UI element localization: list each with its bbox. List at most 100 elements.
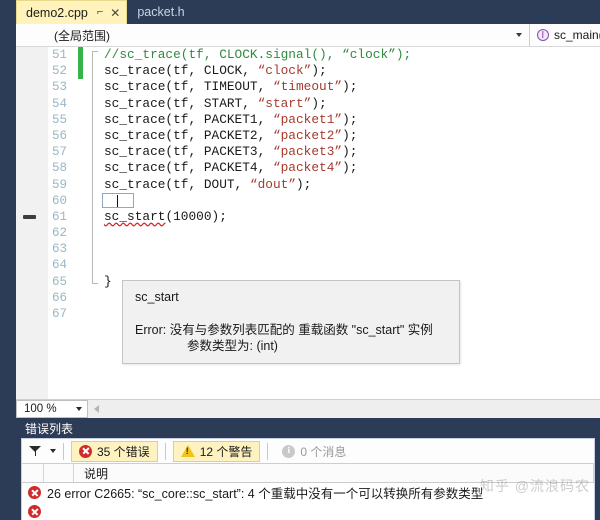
line-number: 58 (51, 161, 67, 176)
structure-guide-line (92, 51, 98, 64)
close-icon[interactable]: ✕ (110, 7, 120, 19)
line-number: 65 (51, 274, 67, 289)
tab-label: demo2.cpp (26, 5, 88, 20)
code-text: sc_trace(tf, TIMEOUT, “timeout”); (104, 79, 358, 95)
zoom-level-dropdown[interactable]: 100 % (16, 400, 88, 418)
tab-label: packet.h (137, 5, 185, 19)
code-text: sc_trace(tf, DOUT, “dout”); (104, 176, 312, 192)
code-line[interactable]: 51 //sc_trace(tf, CLOCK.signal(), “clock”… (16, 47, 600, 64)
code-line[interactable]: 60 (16, 192, 600, 209)
code-line[interactable]: 56 sc_trace(tf, PACKET2, “packet2”); (16, 127, 600, 145)
line-number: 64 (51, 258, 67, 273)
code-text: //sc_trace(tf, CLOCK.signal(), “clock”); (104, 47, 412, 62)
line-number: 54 (51, 96, 67, 111)
code-line[interactable]: 54 sc_trace(tf, START, “start”); (16, 95, 600, 112)
text-caret (117, 194, 119, 208)
error-list-grid: 说明 26 error C2665: “sc_core::sc_start”: … (21, 464, 595, 520)
code-navigation-bar: (全局范围) sc_main(i (16, 24, 600, 47)
toolbar-separator (267, 442, 269, 460)
error-list-header: 说明 (22, 464, 594, 483)
structure-guide-line (92, 144, 93, 161)
scroll-left-arrow-icon[interactable] (94, 405, 99, 413)
code-editor[interactable]: 51 //sc_trace(tf, CLOCK.signal(), “clock”… (16, 47, 600, 399)
code-line[interactable]: 62 (16, 225, 600, 242)
messages-count-label: 0 个消息 (300, 444, 347, 459)
horizontal-scrollbar[interactable] (88, 400, 600, 418)
scope-dropdown[interactable]: (全局范围) (16, 24, 530, 46)
structure-guide-line (92, 208, 93, 226)
warning-icon (180, 445, 195, 457)
line-number: 57 (51, 145, 67, 160)
tooltip-error-line-1: Error: 没有与参数列表匹配的 重载函数 "sc_start" 实例 (135, 323, 433, 337)
method-icon (537, 29, 549, 41)
error-list-row[interactable]: 26 error C2665: “sc_core::sc_start”: 4 个… (22, 483, 594, 502)
code-line[interactable]: 58 sc_trace(tf, PACKET4, “packet4”); (16, 160, 600, 177)
error-list-toolbar: 35 个错误 12 个警告 i 0 个消息 (21, 438, 595, 464)
filter-icon[interactable] (28, 444, 43, 458)
line-number: 55 (51, 112, 67, 127)
scope-label: (全局范围) (54, 28, 110, 43)
line-number: 56 (51, 128, 67, 143)
errors-filter-chip[interactable]: 35 个错误 (71, 440, 158, 462)
member-dropdown[interactable]: sc_main(i (530, 24, 600, 46)
left-dock-rail (0, 0, 16, 520)
line-number: 59 (51, 177, 67, 192)
structure-guide-line (92, 95, 93, 112)
line-number: 67 (51, 307, 67, 321)
code-line[interactable]: 64 (16, 257, 600, 274)
editor-tab-strip: demo2.cpp ⌐ ✕ packet.h (16, 0, 600, 24)
warnings-filter-chip[interactable]: 12 个警告 (172, 440, 261, 462)
structure-guide-line (92, 111, 93, 128)
line-number: 53 (51, 80, 67, 95)
code-line[interactable]: 59 sc_trace(tf, DOUT, “dout”); (16, 176, 600, 193)
quick-info-tooltip: sc_start Error: 没有与参数列表匹配的 重载函数 "sc_star… (122, 280, 460, 364)
errors-count-label: 35 个错误 (97, 444, 150, 459)
structure-guide-line (92, 160, 93, 177)
error-list-panel: 错误列表 35 个错误 12 个警告 i 0 个消息 (16, 418, 600, 520)
code-line[interactable]: 52 sc_trace(tf, CLOCK, “clock”); (16, 63, 600, 80)
editor-footer: 100 % (16, 399, 600, 418)
code-text: } (104, 273, 112, 289)
code-line[interactable]: 57 sc_trace(tf, PACKET3, “packet3”); (16, 144, 600, 161)
error-icon (28, 505, 41, 518)
code-line[interactable]: 53 sc_trace(tf, TIMEOUT, “timeout”); (16, 79, 600, 96)
change-indicator-bar (78, 47, 83, 64)
tooltip-error-line-2: 参数类型为: (int) (187, 339, 278, 353)
member-label: sc_main(i (554, 28, 600, 42)
info-icon: i (282, 444, 296, 458)
tab-demo2-cpp[interactable]: demo2.cpp ⌐ ✕ (16, 0, 128, 24)
code-text: sc_start(10000); (104, 208, 227, 224)
column-header-code[interactable] (44, 464, 74, 482)
structure-guide-line (92, 273, 98, 284)
error-icon (28, 486, 41, 499)
messages-filter-chip[interactable]: i 0 个消息 (275, 441, 353, 462)
structure-guide-line (92, 192, 93, 209)
visual-studio-window: demo2.cpp ⌐ ✕ packet.h (全局范围) sc_main(i … (0, 0, 600, 520)
pin-icon[interactable]: ⌐ (97, 7, 103, 18)
chevron-down-icon (76, 407, 82, 411)
code-line[interactable]: 63 (16, 241, 600, 258)
zoom-level-label: 100 % (24, 403, 57, 415)
toolbar-separator (164, 442, 166, 460)
code-text: sc_trace(tf, CLOCK, “clock”); (104, 63, 327, 79)
tooltip-title: sc_start (135, 290, 179, 304)
line-number: 66 (51, 290, 67, 305)
chevron-down-icon (516, 33, 522, 37)
error-list-row[interactable] (22, 502, 594, 520)
line-number: 52 (51, 64, 67, 79)
code-text: sc_trace(tf, PACKET4, “packet4”); (104, 160, 358, 176)
line-number: 63 (51, 242, 67, 257)
tab-packet-h[interactable]: packet.h (127, 0, 195, 24)
change-indicator-bar (78, 63, 83, 80)
column-header-description[interactable]: 说明 (74, 464, 594, 482)
chevron-down-icon[interactable] (50, 449, 56, 453)
structure-guide-line (92, 241, 93, 258)
code-line[interactable]: 55 sc_trace(tf, PACKET1, “packet1”); (16, 111, 600, 128)
line-number: 62 (51, 226, 67, 241)
structure-guide-line (92, 176, 93, 193)
error-row-text: 26 error C2665: “sc_core::sc_start”: 4 个… (47, 487, 484, 501)
code-text: sc_trace(tf, PACKET1, “packet1”); (104, 111, 358, 127)
code-line[interactable]: 61 sc_start(10000); (16, 208, 600, 226)
column-header-icon[interactable] (22, 464, 44, 482)
code-text: sc_trace(tf, PACKET2, “packet2”); (104, 127, 358, 143)
